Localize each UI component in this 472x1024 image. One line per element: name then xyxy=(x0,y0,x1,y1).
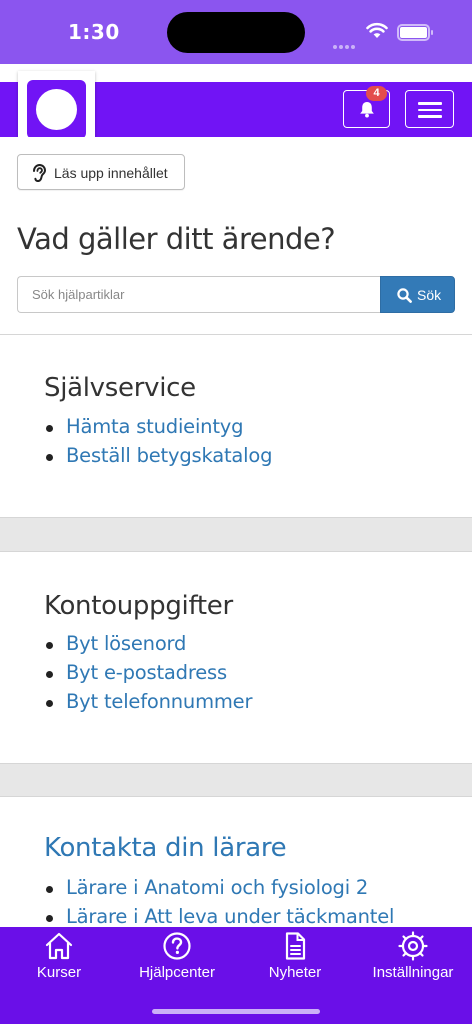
tab-label: Kurser xyxy=(36,964,82,981)
tab-news[interactable]: Nyheter xyxy=(236,927,354,987)
link-get-study-certificate[interactable]: Hämta studieintyg xyxy=(66,415,244,438)
hamburger-line xyxy=(418,115,442,118)
list-item: Beställ betygskatalog xyxy=(44,444,272,473)
hamburger-line xyxy=(418,108,442,111)
section-title: Självservice xyxy=(44,373,196,403)
section-title: Kontouppgifter xyxy=(44,591,233,621)
link-list: Byt lösenord Byt e-postadress Byt telefo… xyxy=(44,632,252,719)
cellular-signal-icon xyxy=(333,36,357,54)
menu-button[interactable] xyxy=(405,90,454,128)
search-button[interactable]: Sök xyxy=(380,276,455,313)
tab-label: Nyheter xyxy=(268,964,322,981)
tab-courses[interactable]: Kurser xyxy=(0,927,118,987)
search-input[interactable] xyxy=(17,276,381,313)
section-card-contact-teacher: Kontakta din lärare Lärare i Anatomi och… xyxy=(0,796,472,936)
tab-label: Inställningar xyxy=(372,964,454,981)
link-teacher-undercover[interactable]: Lärare i Att leva under täckmantel xyxy=(66,905,394,928)
read-aloud-button[interactable]: Läs upp innehållet xyxy=(17,154,185,190)
status-time: 1:30 xyxy=(68,20,120,44)
gear-icon xyxy=(398,931,428,961)
list-item: Byt e-postadress xyxy=(44,661,252,690)
search-button-label: Sök xyxy=(417,287,442,303)
tab-label: Hjälpcenter xyxy=(139,964,215,981)
section-card-self-service: Självservice Hämta studieintyg Beställ b… xyxy=(0,335,472,518)
list-item: Hämta studieintyg xyxy=(44,415,272,444)
read-aloud-label: Läs upp innehållet xyxy=(54,165,168,181)
wifi-icon xyxy=(366,22,388,38)
link-change-email[interactable]: Byt e-postadress xyxy=(66,661,227,684)
link-list: Lärare i Anatomi och fysiologi 2 Lärare … xyxy=(44,876,394,934)
list-item: Byt lösenord xyxy=(44,632,252,661)
link-change-phone[interactable]: Byt telefonnummer xyxy=(66,690,252,713)
notification-badge: 4 xyxy=(366,86,387,101)
logo-mark xyxy=(27,80,86,139)
section-title-link[interactable]: Kontakta din lärare xyxy=(44,833,287,863)
ear-icon xyxy=(33,164,47,182)
hamburger-line xyxy=(418,102,442,105)
tab-settings[interactable]: Inställningar xyxy=(354,927,472,987)
home-indicator[interactable] xyxy=(152,1009,320,1014)
link-list: Hämta studieintyg Beställ betygskatalog xyxy=(44,415,272,473)
list-item: Byt telefonnummer xyxy=(44,690,252,719)
search-icon xyxy=(397,288,412,303)
document-icon xyxy=(285,932,306,960)
battery-icon xyxy=(397,24,433,41)
page-title: Vad gäller ditt ärende? xyxy=(17,222,336,256)
link-teacher-anatomy[interactable]: Lärare i Anatomi och fysiologi 2 xyxy=(66,876,368,899)
list-item: Lärare i Anatomi och fysiologi 2 xyxy=(44,876,394,905)
status-bar: 1:30 xyxy=(0,0,472,64)
help-circle-icon xyxy=(163,932,191,960)
section-card-account: Kontouppgifter Byt lösenord Byt e-postad… xyxy=(0,551,472,764)
dynamic-island xyxy=(167,12,305,53)
link-order-grade-catalog[interactable]: Beställ betygskatalog xyxy=(66,444,272,467)
home-icon xyxy=(45,932,73,960)
tab-help-center[interactable]: Hjälpcenter xyxy=(118,927,236,987)
link-change-password[interactable]: Byt lösenord xyxy=(66,632,186,655)
bell-icon xyxy=(360,102,374,118)
